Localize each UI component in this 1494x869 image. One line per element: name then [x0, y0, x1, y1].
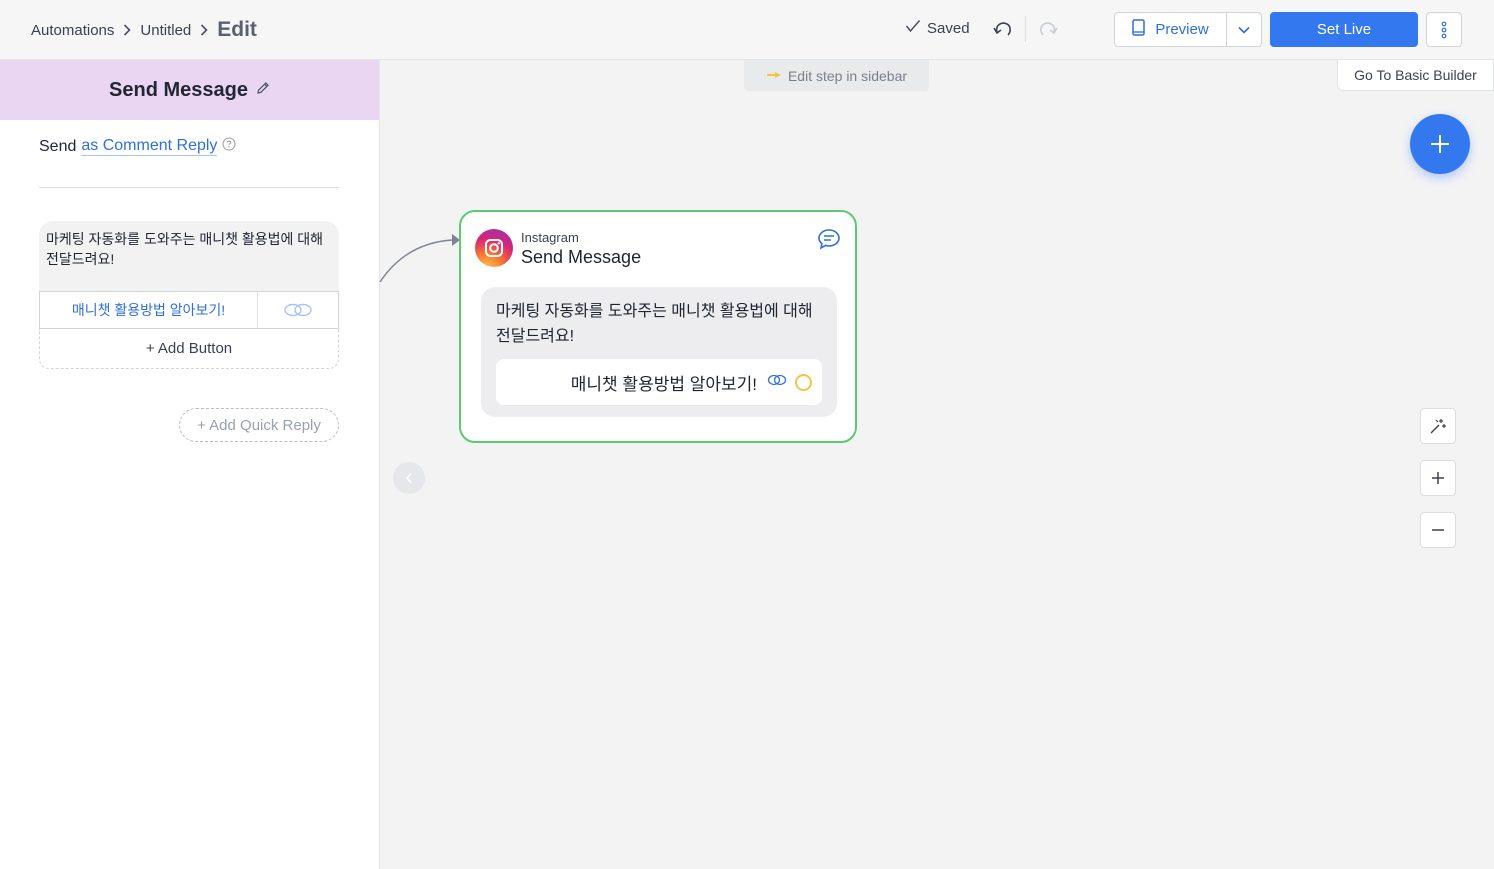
node-button-label: 매니챗 활용방법 알아보기! — [570, 374, 757, 394]
divider — [1025, 16, 1026, 42]
message-editor-card: 마케팅 자동화를 도와주는 매니챗 활용법에 대해 전달드려요! 매니챗 활용방… — [39, 221, 339, 369]
chevron-down-icon — [1238, 26, 1250, 34]
zoom-out-button[interactable] — [1420, 512, 1456, 548]
add-button[interactable]: + Add Button — [39, 329, 339, 369]
node-platform: Instagram — [521, 230, 579, 245]
help-icon[interactable] — [222, 137, 236, 156]
add-quick-reply-button[interactable]: + Add Quick Reply — [179, 408, 339, 442]
minus-icon — [1432, 529, 1444, 531]
saved-label: Saved — [927, 19, 970, 37]
more-options-button[interactable] — [1426, 12, 1462, 47]
breadcrumb: Automations Untitled Edit — [31, 16, 257, 44]
edit-step-hint: Edit step in sidebar — [744, 60, 929, 91]
chevron-right-icon — [123, 24, 132, 36]
zoom-in-button[interactable] — [1420, 460, 1456, 496]
chevron-right-icon — [200, 24, 208, 36]
more-vertical-icon — [1441, 21, 1447, 38]
check-icon — [905, 19, 921, 37]
chat-bubble-icon — [817, 228, 841, 255]
undo-icon[interactable] — [992, 18, 1014, 40]
instagram-icon — [475, 229, 513, 267]
phone-icon — [1132, 19, 1146, 40]
collapse-sidebar-button[interactable] — [393, 462, 425, 494]
message-button-row: 매니챗 활용방법 알아보기! — [39, 291, 339, 329]
plus-icon — [1431, 135, 1449, 153]
pointing-hand-icon — [766, 68, 782, 84]
send-prefix: Send — [39, 137, 77, 155]
breadcrumb-untitled[interactable]: Untitled — [140, 22, 191, 39]
breadcrumb-automations[interactable]: Automations — [31, 22, 114, 39]
basic-builder-button[interactable]: Go To Basic Builder — [1337, 59, 1494, 91]
plus-icon — [1432, 472, 1444, 484]
node-message-button[interactable]: 매니챗 활용방법 알아보기! — [496, 359, 822, 405]
hint-text: Edit step in sidebar — [787, 67, 908, 84]
preview-button-group: Preview — [1114, 12, 1262, 47]
redo-icon[interactable] — [1037, 18, 1059, 40]
sidebar-header: Send Message — [0, 60, 379, 120]
send-mode-link[interactable]: as Comment Reply — [81, 137, 218, 156]
pencil-icon[interactable] — [256, 81, 270, 100]
link-icon[interactable] — [258, 292, 338, 328]
set-live-button[interactable]: Set Live — [1270, 12, 1418, 47]
send-message-node[interactable]: Instagram Send Message 마케팅 자동화를 도와주는 매니챗… — [459, 210, 857, 443]
connection-handle[interactable] — [795, 373, 812, 391]
flow-connector — [379, 234, 460, 283]
link-icon — [767, 373, 787, 391]
saved-status: Saved — [905, 19, 970, 37]
divider — [39, 187, 339, 188]
send-mode-row: Send as Comment Reply — [39, 137, 236, 156]
node-message-text: 마케팅 자동화를 도와주는 매니챗 활용법에 대해 전달드려요! — [496, 303, 813, 345]
magic-wand-button[interactable] — [1420, 408, 1456, 444]
chevron-left-icon — [405, 472, 412, 484]
message-button[interactable]: 매니챗 활용방법 알아보기! — [40, 292, 258, 328]
sidebar-title[interactable]: Send Message — [109, 79, 248, 102]
preview-button[interactable]: Preview — [1115, 13, 1227, 46]
step-sidebar: Send Message Send as Comment Reply 마케팅 자… — [0, 60, 380, 869]
magic-wand-icon — [1430, 419, 1446, 434]
preview-dropdown-button[interactable] — [1227, 13, 1261, 46]
top-bar: Automations Untitled Edit Saved Preview — [0, 0, 1494, 60]
node-message-bubble: 마케팅 자동화를 도와주는 매니챗 활용법에 대해 전달드려요! 매니챗 활용방… — [481, 287, 837, 417]
node-title: Send Message — [521, 247, 642, 267]
preview-label: Preview — [1155, 21, 1209, 38]
message-text[interactable]: 마케팅 자동화를 도와주는 매니챗 활용법에 대해 전달드려요! — [39, 221, 339, 291]
breadcrumb-current: Edit — [217, 18, 257, 41]
add-step-button[interactable] — [1410, 114, 1470, 174]
